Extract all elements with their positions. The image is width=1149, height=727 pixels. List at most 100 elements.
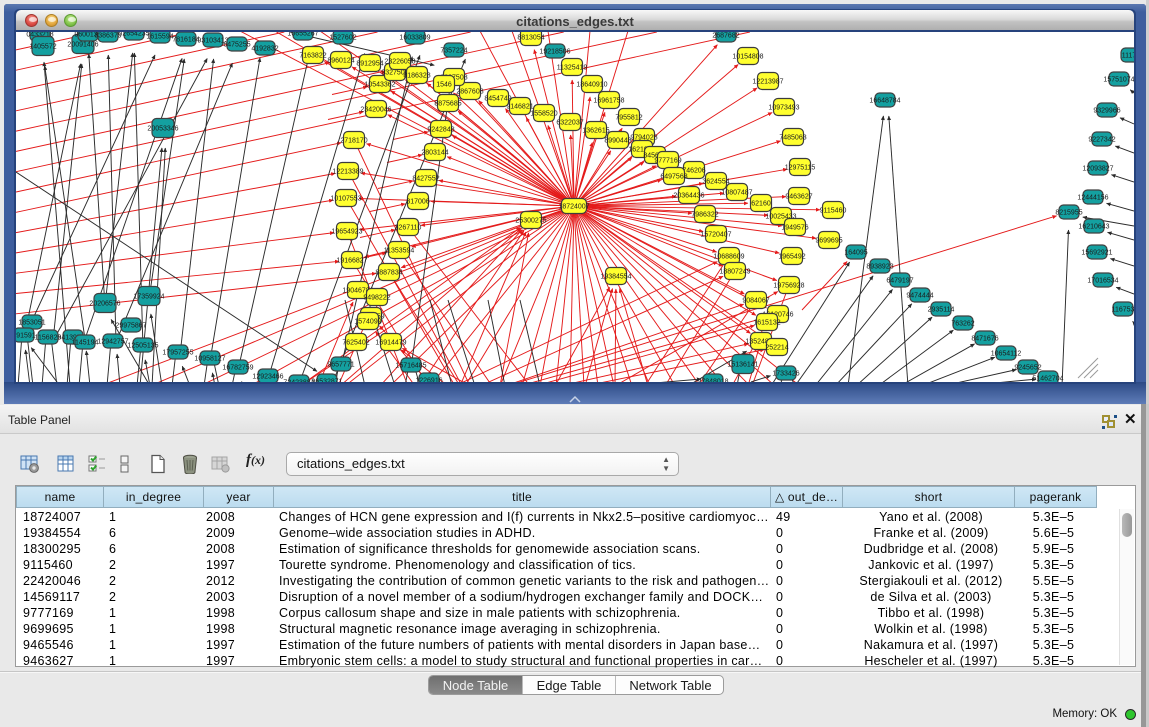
svg-text:20091406: 20091406 [67, 41, 98, 48]
svg-text:7485063: 7485063 [779, 134, 806, 141]
svg-text:8427552: 8427552 [412, 175, 439, 182]
svg-text:25300275: 25300275 [515, 217, 546, 224]
svg-text:16782759: 16782759 [222, 364, 253, 371]
svg-text:19166827: 19166827 [336, 257, 367, 264]
svg-text:20206576: 20206576 [89, 300, 120, 307]
svg-text:9329966: 9329966 [1093, 107, 1120, 114]
svg-text:10654112: 10654112 [991, 350, 1022, 357]
svg-text:6479197: 6479197 [886, 277, 913, 284]
svg-text:9777169: 9777169 [654, 157, 681, 164]
svg-text:18807249: 18807249 [719, 268, 750, 275]
svg-text:16961758: 16961758 [593, 97, 624, 104]
svg-text:15136141: 15136141 [727, 361, 758, 368]
svg-text:15751074: 15751074 [1103, 76, 1134, 83]
svg-text:116753: 116753 [1112, 306, 1134, 313]
svg-text:8813054: 8813054 [517, 34, 544, 41]
svg-text:9463627: 9463627 [785, 193, 812, 200]
svg-text:9474444: 9474444 [906, 292, 933, 299]
svg-text:9084067: 9084067 [742, 297, 769, 304]
svg-text:9146821: 9146821 [506, 103, 533, 110]
svg-text:12975115: 12975115 [785, 164, 816, 171]
svg-text:12505135: 12505135 [127, 342, 158, 349]
svg-text:19384554: 19384554 [600, 273, 631, 280]
svg-text:2803144: 2803144 [421, 149, 448, 156]
svg-text:7816184: 7816184 [172, 36, 199, 43]
svg-text:1733426: 1733426 [772, 370, 799, 377]
svg-text:164095: 164095 [844, 249, 867, 256]
svg-text:20053346: 20053346 [147, 125, 178, 132]
svg-text:1362615: 1362615 [582, 127, 609, 134]
svg-text:12213987: 12213987 [752, 78, 783, 85]
svg-text:1853051: 1853051 [18, 319, 45, 326]
svg-text:9699695: 9699695 [815, 237, 842, 244]
svg-text:2935114: 2935114 [928, 306, 955, 313]
svg-text:10973493: 10973493 [768, 104, 799, 111]
svg-text:3267110: 3267110 [395, 224, 422, 231]
svg-text:17359924: 17359924 [133, 293, 164, 300]
svg-text:51462704: 51462704 [1032, 375, 1063, 382]
svg-text:23420046: 23420046 [360, 106, 391, 113]
svg-text:1546: 1546 [436, 81, 452, 88]
svg-text:2687682: 2687682 [712, 32, 739, 39]
svg-text:8912954: 8912954 [356, 60, 383, 67]
svg-text:11325419: 11325419 [557, 64, 588, 71]
svg-text:7986322: 7986322 [691, 211, 718, 218]
svg-text:1949576: 1949576 [781, 224, 808, 231]
svg-text:7955812: 7955812 [615, 114, 642, 121]
svg-text:20364436: 20364436 [673, 192, 704, 199]
svg-text:9115460: 9115460 [820, 207, 847, 214]
svg-text:8887834: 8887834 [375, 269, 402, 276]
svg-text:72423884: 72423884 [283, 379, 314, 382]
svg-text:19756928: 19756928 [773, 282, 804, 289]
svg-text:1145194: 1145194 [72, 339, 99, 346]
svg-text:11353594: 11353594 [384, 247, 415, 254]
svg-text:9498222: 9498222 [363, 294, 390, 301]
svg-text:8875685: 8875685 [434, 100, 461, 107]
svg-text:252214: 252214 [765, 344, 788, 351]
svg-text:6497568: 6497568 [660, 173, 687, 180]
svg-text:1965492: 1965492 [778, 253, 805, 260]
svg-text:10655267: 10655267 [287, 32, 318, 37]
svg-text:29975867: 29975867 [115, 322, 146, 329]
svg-text:02654235: 02654235 [118, 32, 149, 37]
svg-text:1574099: 1574099 [354, 318, 381, 325]
svg-text:8454749: 8454749 [484, 95, 511, 102]
svg-text:1405572: 1405572 [29, 43, 56, 50]
svg-text:23226058: 23226058 [384, 58, 415, 65]
svg-text:18724007: 18724007 [558, 203, 589, 210]
svg-text:15716485: 15716485 [395, 362, 426, 369]
svg-text:6475255: 6475255 [223, 41, 250, 48]
svg-text:17957255: 17957255 [162, 349, 193, 356]
svg-text:10688609: 10688609 [713, 253, 744, 260]
svg-text:2867608: 2867608 [456, 88, 483, 95]
svg-text:12923466: 12923466 [252, 373, 283, 380]
svg-text:16033809: 16033809 [399, 34, 430, 41]
svg-text:1615132: 1615132 [753, 319, 780, 326]
svg-text:4192832: 4192832 [251, 45, 278, 52]
svg-text:8960124: 8960124 [327, 57, 354, 64]
svg-text:817006: 817006 [406, 198, 429, 205]
svg-text:9657771: 9657771 [327, 361, 354, 368]
svg-text:1558520: 1558520 [530, 110, 557, 117]
svg-text:12444156: 12444156 [1077, 194, 1108, 201]
svg-text:7163822: 7163822 [299, 52, 326, 59]
svg-text:9227342: 9227342 [1088, 136, 1115, 143]
svg-text:7625402: 7625402 [342, 339, 369, 346]
svg-text:12093827: 12093827 [1082, 165, 1113, 172]
svg-text:9245652: 9245652 [1014, 364, 1041, 371]
svg-text:1615594: 1615594 [146, 33, 173, 40]
svg-text:10543362: 10543362 [364, 81, 395, 88]
svg-text:763262: 763262 [951, 320, 974, 327]
svg-text:9242848: 9242848 [427, 126, 454, 133]
svg-text:19218506: 19218506 [539, 48, 570, 55]
svg-text:1527602: 1527602 [329, 34, 356, 41]
svg-text:10154808: 10154808 [732, 53, 763, 60]
svg-text:8938923: 8938923 [866, 263, 893, 270]
svg-text:10958127: 10958127 [194, 355, 225, 362]
svg-text:1226916: 1226916 [415, 377, 442, 382]
svg-text:8471676: 8471676 [971, 335, 998, 342]
svg-text:8186328: 8186328 [403, 72, 430, 79]
svg-text:11173: 11173 [1122, 52, 1134, 59]
svg-text:391591: 391591 [16, 332, 36, 339]
svg-text:18640910: 18640910 [576, 81, 607, 88]
